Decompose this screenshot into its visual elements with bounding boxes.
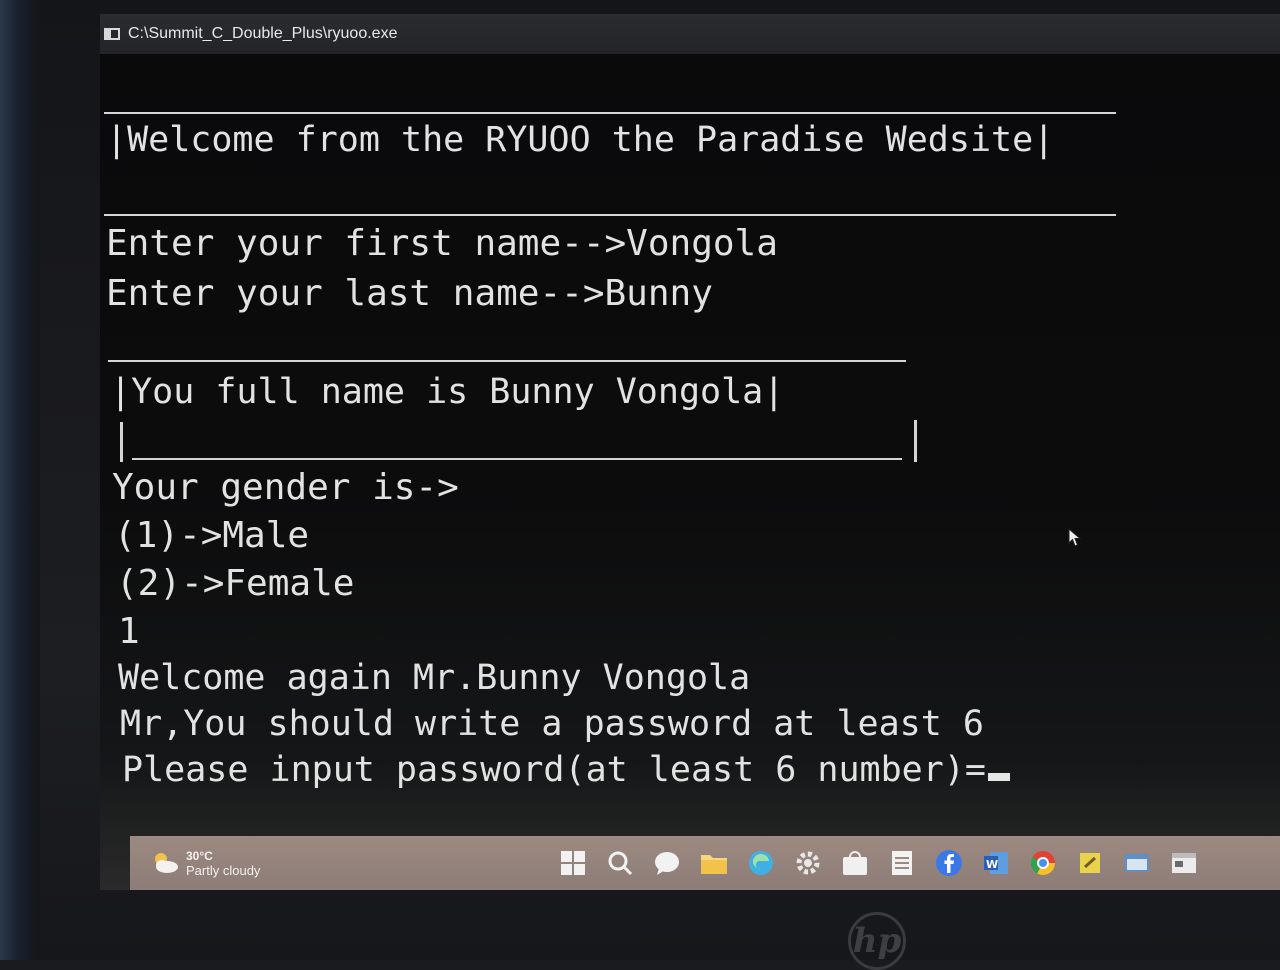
console-window-icon — [104, 28, 120, 40]
svg-text:W: W — [986, 858, 998, 871]
welcome-banner-line: |Welcome from the RYUOO the Paradise Wed… — [106, 120, 1055, 160]
windows-taskbar: 30°C Partly cloudy W — [130, 836, 1280, 890]
chrome-icon[interactable] — [1026, 846, 1060, 880]
password-prompt-line[interactable]: Please input password(at least 6 number)… — [122, 750, 1010, 790]
gender-option-female: (2)->Female — [116, 563, 355, 604]
mouse-pointer-icon — [1068, 528, 1082, 547]
welcome-again-line: Welcome again Mr.Bunny Vongola — [118, 658, 751, 698]
gender-prompt: Your gender is-> — [112, 467, 459, 508]
fullname-box-right-bar — [914, 420, 917, 462]
password-prompt-text: Please input password(at least 6 number)… — [122, 750, 986, 790]
password-hint-line: Mr,You should write a password at least … — [120, 704, 984, 744]
facebook-icon[interactable] — [932, 846, 966, 880]
weather-description: Partly cloudy — [186, 862, 261, 878]
console-app-icon[interactable] — [1167, 846, 1201, 880]
console-output-area[interactable]: |Welcome from the RYUOO the Paradise Wed… — [100, 54, 1280, 834]
file-explorer-icon[interactable] — [697, 846, 731, 880]
fullname-box-top-rule — [108, 360, 906, 362]
weather-temperature: 30°C — [186, 848, 213, 863]
partly-cloudy-icon — [155, 853, 178, 873]
gender-input-value: 1 — [118, 611, 140, 652]
windows-start-icon[interactable] — [556, 846, 590, 880]
fullname-box-left-bar — [120, 422, 123, 462]
hp-logo-text: hp — [852, 921, 902, 961]
gender-option-male: (1)->Male — [114, 515, 310, 556]
last-name-prompt: Enter your last name-->Bunny — [106, 273, 713, 314]
banner-top-rule — [104, 112, 1116, 114]
settings-icon[interactable] — [791, 846, 825, 880]
search-icon[interactable] — [603, 846, 637, 880]
banner-bottom-rule — [104, 214, 1116, 216]
edge-browser-icon[interactable] — [744, 846, 778, 880]
app-icon[interactable] — [1120, 846, 1154, 880]
weather-widget[interactable]: 30°C Partly cloudy — [150, 849, 260, 878]
text-cursor — [987, 773, 1010, 781]
background-edge — [0, 0, 40, 960]
fullname-box-bottom-rule — [132, 458, 902, 460]
word-icon[interactable]: W — [979, 846, 1013, 880]
notepad-icon[interactable] — [885, 846, 919, 880]
full-name-line: |You full name is Bunny Vongola| — [110, 372, 785, 412]
hp-logo: hp — [848, 912, 906, 970]
sticky-app-icon[interactable] — [1073, 846, 1107, 880]
first-name-prompt: Enter your first name-->Vongola — [106, 223, 778, 264]
store-icon[interactable] — [838, 846, 872, 880]
chat-icon[interactable] — [650, 846, 684, 880]
window-title: C:\Summit_C_Double_Plus\ryuoo.exe — [128, 25, 398, 42]
console-title-bar[interactable]: C:\Summit_C_Double_Plus\ryuoo.exe — [100, 14, 1280, 54]
laptop-screen: C:\Summit_C_Double_Plus\ryuoo.exe |Welco… — [100, 14, 1280, 890]
